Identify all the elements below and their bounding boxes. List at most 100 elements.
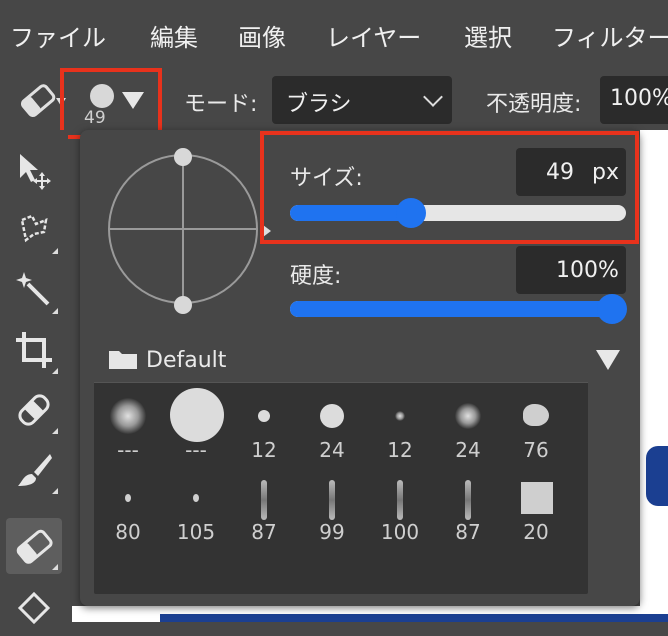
stroke-brush-icon [434,478,502,520]
move-arrow-icon [20,154,51,190]
move-tool[interactable] [6,142,62,198]
brush-preset-item[interactable]: 87 [434,478,502,552]
library-header[interactable]: Default [94,334,588,383]
menu-image[interactable]: 画像 [238,18,286,53]
canvas-area[interactable] [640,130,668,622]
folder-icon [109,351,137,369]
brush-tool[interactable] [6,442,62,498]
soft-round-brush-icon [366,396,434,436]
bandage-icon [18,394,50,426]
submenu-corner-icon [52,248,58,254]
brush-preset-item[interactable]: 80 [94,478,162,552]
brush-preset-item[interactable]: 100 [366,478,434,552]
brush-preset-label: 87 [251,520,277,544]
stroke-brush-icon [298,478,366,520]
opacity-value: 100% [610,86,668,111]
eraser-icon [16,529,53,564]
brush-preset-item[interactable]: 105 [162,478,230,552]
menu-filter[interactable]: フィルター [552,18,668,53]
size-value: 49 [546,160,574,185]
brush-preset-item[interactable]: --- [94,396,162,470]
tool-bar [0,130,68,625]
submenu-corner-icon [52,488,58,494]
hardness-slider[interactable] [290,294,627,324]
brush-preset-label: 20 [523,520,549,544]
paintbrush-icon [18,454,52,486]
hardness-field[interactable]: 100% [516,246,626,294]
paint-bucket-icon [17,591,51,625]
brush-preset-label: 24 [455,438,481,462]
canvas-artwork-stripe [160,614,668,622]
menu-layer[interactable]: レイヤー [326,18,421,53]
eraser-tool[interactable] [6,518,62,574]
size-field[interactable]: 49 px [516,148,626,196]
textured-brush-icon [502,396,570,436]
soft-round-brush-icon [94,396,162,436]
brush-preset-item[interactable]: 76 [502,396,570,470]
library-title: Default [146,348,227,373]
brush-tip-icon [90,84,114,108]
submenu-corner-icon [52,308,58,314]
size-unit: px [592,160,619,185]
hard-round-brush-icon [230,396,298,436]
roundness-handle-bottom[interactable] [174,296,192,314]
hardness-slider-handle[interactable] [597,294,627,324]
brush-preset-item[interactable]: 24 [298,396,366,470]
size-slider[interactable] [290,198,626,228]
brush-preset-item[interactable]: 12 [366,396,434,470]
large-round-brush-icon [162,388,230,442]
mode-value: ブラシ [286,92,352,117]
brush-preset-item[interactable]: 12 [230,396,298,470]
crop-icon [16,332,52,368]
paint-bucket-tool[interactable] [6,580,62,636]
submenu-corner-icon [52,368,58,374]
size-slider-handle[interactable] [395,198,426,228]
brush-preset-label: 24 [319,438,345,462]
mode-select[interactable]: ブラシ [272,76,452,124]
brush-preset-label: 99 [319,520,345,544]
menu-select[interactable]: 選択 [464,18,512,53]
menu-file[interactable]: ファイル [10,18,106,53]
brush-preset-label: 80 [115,520,141,544]
roundness-handle-top[interactable] [174,148,192,166]
small-textured-brush-icon [162,478,230,518]
opacity-field[interactable]: 100% [600,76,668,124]
hardness-label: 硬度: [290,264,342,289]
size-slider-fill [290,205,411,221]
library-menu-caret-icon[interactable] [596,350,620,370]
brush-preset-label: 12 [251,438,277,462]
brush-size-readout: 49 [84,108,106,128]
brush-preset-item[interactable]: 24 [434,396,502,470]
brush-angle-roundness-widget[interactable] [106,148,260,314]
magic-wand-tool[interactable] [6,262,62,318]
crop-tool[interactable] [6,322,62,378]
stroke-brush-icon [230,478,298,520]
menu-edit[interactable]: 編集 [150,18,198,53]
hardness-slider-fill [290,301,612,317]
lasso-icon [20,214,48,243]
brush-preset-label: 76 [523,438,549,462]
brush-preset-label: --- [117,438,139,462]
healing-tool[interactable] [6,382,62,438]
hard-round-brush-icon [298,396,366,436]
size-label: サイズ: [290,166,363,191]
hardness-value: 100% [556,258,619,283]
small-textured-brush-icon [94,478,162,518]
brush-preset-library: Default --- --- 12 24 12 24 76 80 105 87 99 100 87 20 [94,334,588,594]
brush-preset-item[interactable]: 20 [502,478,570,552]
menu-bar: ファイル 編集 画像 レイヤー 選択 フィルター [0,0,668,70]
soft-round-brush-icon [434,396,502,436]
square-brush-icon [502,478,570,518]
brush-preset-picker[interactable]: 49 [60,68,162,139]
brush-preset-label: 100 [380,520,420,544]
lasso-tool[interactable] [6,202,62,258]
dropdown-caret-icon [122,92,144,109]
brush-preset-label: 12 [387,438,413,462]
brush-preset-item[interactable]: 87 [230,478,298,552]
magic-wand-icon [16,272,50,306]
mode-label: モード: [184,92,258,117]
brush-preset-item[interactable]: 99 [298,478,366,552]
submenu-corner-icon [52,428,58,434]
brush-preset-item[interactable]: --- [162,388,230,470]
brush-preset-label: 105 [176,520,216,544]
